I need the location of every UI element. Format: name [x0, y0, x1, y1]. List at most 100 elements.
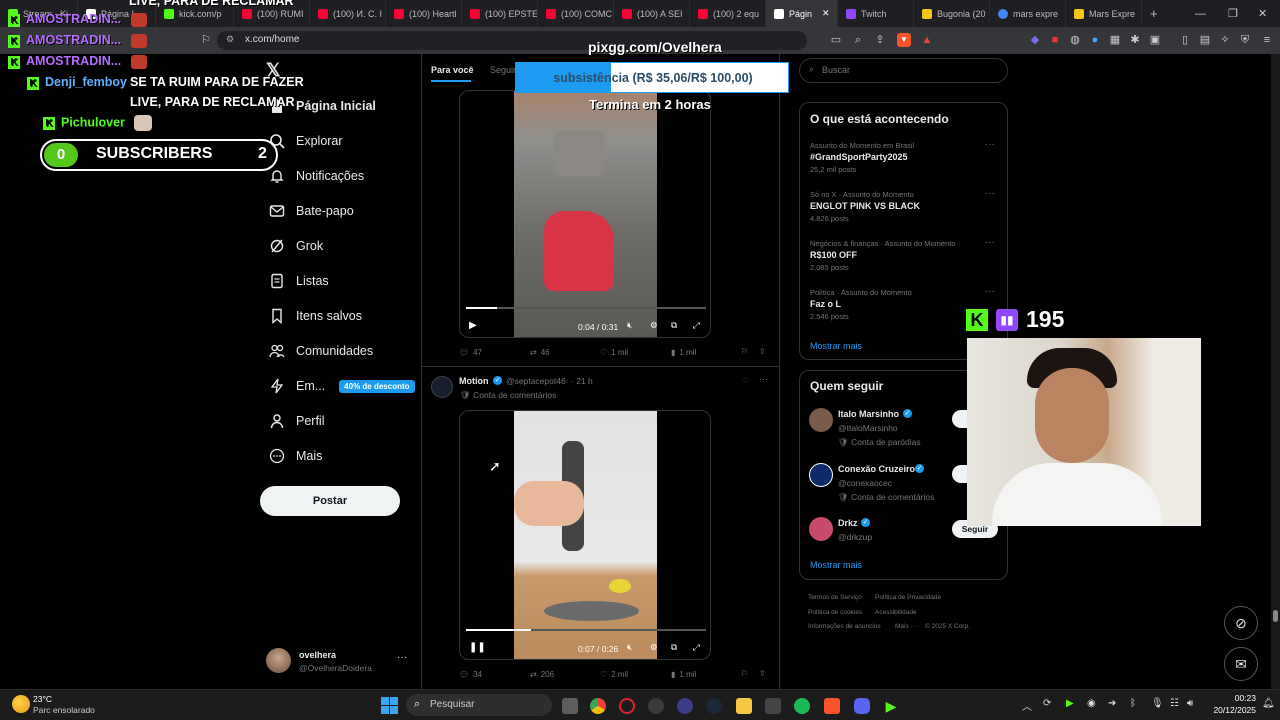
search-input[interactable]: ⌕ Buscar	[799, 58, 1008, 83]
browser-tab[interactable]: mars expre	[990, 0, 1066, 27]
sidebar-icon[interactable]: ▯	[1178, 33, 1192, 47]
close-window-icon[interactable]: ✕	[1258, 0, 1267, 27]
menu-icon[interactable]: ≡	[1260, 33, 1274, 47]
site-info-icon[interactable]: ⚙	[226, 34, 234, 45]
nav-item-bookmarks[interactable]: Itens salvos	[268, 304, 362, 328]
chrome-icon[interactable]	[590, 698, 606, 714]
reply-button[interactable]: 💬︎ 34	[459, 670, 482, 679]
like-button[interactable]: ♡ 1 mil	[600, 348, 628, 357]
repost-button[interactable]: ⇄ 46	[530, 348, 550, 357]
browser-tab-active[interactable]: Págin ✕	[766, 0, 838, 27]
account-menu-icon[interactable]: ···	[397, 652, 407, 663]
browser-tab[interactable]: Bugonia (20	[914, 0, 990, 27]
like-button[interactable]: ♡ 2 mil	[600, 670, 628, 679]
avatar[interactable]	[809, 517, 833, 541]
repost-button[interactable]: ⇄ 206	[530, 670, 554, 679]
nav-item-lists[interactable]: Listas	[268, 269, 329, 293]
windows-start-icon[interactable]	[381, 697, 398, 714]
minimize-icon[interactable]: —	[1195, 0, 1206, 27]
extensions-icon[interactable]: ✱	[1128, 33, 1142, 47]
play-icon[interactable]: ▶	[469, 320, 477, 331]
footer-link[interactable]: Mais ···	[895, 623, 917, 630]
nav-item-communities[interactable]: Comunidades	[268, 339, 373, 363]
grok-fab-icon[interactable]: ⊘	[1224, 606, 1258, 640]
taskbar-search-input[interactable]: ⌕ Pesquisar	[406, 694, 552, 716]
avatar[interactable]	[809, 463, 833, 487]
trend-menu-icon[interactable]: ···	[985, 237, 995, 248]
leo-icon[interactable]: ✧	[1218, 33, 1232, 47]
app-icon[interactable]	[677, 698, 693, 714]
footer-link[interactable]: Política de cookies	[808, 609, 862, 616]
post-time[interactable]: · 21 h	[571, 376, 593, 386]
tab-for-you[interactable]: Para você	[431, 65, 474, 75]
nav-item-notifications[interactable]: Notificações	[268, 164, 364, 188]
settings-icon[interactable]: ⚙	[650, 642, 658, 653]
nav-item-messages[interactable]: Bate-papo	[268, 199, 354, 223]
wallet-icon[interactable]: ▤	[1198, 33, 1212, 47]
footer-link[interactable]: Acessibilidade	[875, 609, 917, 616]
share-post-icon[interactable]: ⇧	[759, 669, 766, 678]
pip-icon[interactable]: ⧉	[671, 642, 677, 653]
notifications-icon[interactable]: 🔔︎	[1262, 698, 1275, 709]
pip-icon[interactable]: ⧉	[671, 320, 677, 331]
scrollbar-thumb[interactable]	[1273, 610, 1278, 622]
views-button[interactable]: ▮ 1 mil	[671, 348, 696, 357]
extension-icon[interactable]: ■	[1048, 33, 1062, 47]
trend-title[interactable]: ENGLOT PINK VS BLACK	[810, 201, 920, 211]
browser-tab[interactable]: (100) A SEI	[614, 0, 690, 27]
share-post-icon[interactable]: ⇧	[759, 347, 766, 356]
suggest-name[interactable]: Drkz	[838, 518, 858, 528]
trend-menu-icon[interactable]: ···	[985, 188, 995, 199]
grok-post-icon[interactable]: ◌	[743, 375, 748, 385]
fullscreen-icon[interactable]: ⤢	[693, 642, 700, 653]
footer-link[interactable]: Termos de Serviço	[808, 594, 862, 601]
clock-time[interactable]: 00:23	[1216, 693, 1256, 703]
opera-icon[interactable]	[619, 698, 635, 714]
tray-sync-icon[interactable]: ⟳	[1043, 698, 1051, 709]
footer-link[interactable]: Política de Privacidade	[875, 594, 941, 601]
brave-rewards-icon[interactable]: ▲	[920, 33, 934, 47]
microphone-icon[interactable]: 🎙︎	[1151, 698, 1164, 709]
progress-track[interactable]	[466, 629, 706, 631]
bookmark-page-icon[interactable]: ⚐	[199, 33, 213, 47]
zoom-icon[interactable]: ⌕	[851, 33, 865, 47]
avatar[interactable]	[809, 408, 833, 432]
nav-item-profile[interactable]: Perfil	[268, 409, 324, 433]
browser-tab[interactable]: (100) И. С. I	[310, 0, 386, 27]
nav-item-more[interactable]: Mais	[268, 444, 322, 468]
fullscreen-icon[interactable]: ⤢	[693, 320, 700, 331]
post-handle[interactable]: @septacepot46	[506, 376, 566, 386]
new-tab-button[interactable]: +	[1142, 0, 1166, 27]
maximize-icon[interactable]: ❐	[1228, 0, 1238, 27]
clock-date[interactable]: 20/12/2025	[1206, 705, 1256, 715]
messages-fab-icon[interactable]: ✉	[1224, 647, 1258, 681]
nav-item-premium[interactable]: Em... 40% de desconto	[268, 374, 415, 398]
close-tab-icon[interactable]: ✕	[822, 8, 830, 19]
browser-tab[interactable]: Twitch	[838, 0, 914, 27]
network-icon[interactable]: ☷	[1170, 698, 1179, 709]
browser-tab[interactable]: (100) COMC	[538, 0, 614, 27]
show-more-follow-link[interactable]: Mostrar mais	[810, 560, 862, 570]
reply-button[interactable]: 💬︎ 47	[459, 348, 482, 357]
suggest-name[interactable]: Conexão Cruzeiro	[838, 464, 915, 474]
browser-tab[interactable]: (100) Heartl	[386, 0, 462, 27]
bluetooth-icon[interactable]: ᛒ	[1130, 698, 1136, 709]
tab-following[interactable]: Seguin	[490, 65, 518, 75]
task-view-icon[interactable]	[562, 698, 578, 714]
show-more-trends-link[interactable]: Mostrar mais	[810, 341, 862, 351]
pause-icon[interactable]: ❚❚	[469, 642, 486, 653]
brave-icon[interactable]	[824, 698, 840, 714]
cast-icon[interactable]: ▭	[829, 33, 843, 47]
browser-tab[interactable]: Mars Expre	[1066, 0, 1142, 27]
video-player[interactable]: ▶ 0:04 / 0:31 🔇︎ ⚙ ⧉ ⤢	[459, 90, 711, 338]
video-player[interactable]: ❚❚ 0:07 / 0:26 🔇︎ ⚙ ⧉ ⤢	[459, 410, 711, 660]
trend-menu-icon[interactable]: ···	[985, 286, 995, 297]
weather-icon[interactable]	[12, 695, 30, 713]
vpn-icon[interactable]: ⛨	[1238, 33, 1252, 47]
nav-item-explore[interactable]: Explorar	[268, 129, 343, 153]
spotify-icon[interactable]	[794, 698, 810, 714]
trend-title[interactable]: #GrandSportParty2025	[810, 152, 908, 162]
post-menu-icon[interactable]: ···	[759, 374, 768, 384]
extension-icon[interactable]: ◆	[1028, 33, 1042, 47]
browser-tab[interactable]: (100) 2 equ	[690, 0, 766, 27]
